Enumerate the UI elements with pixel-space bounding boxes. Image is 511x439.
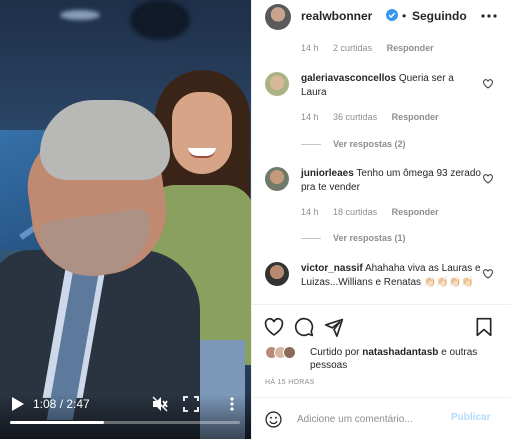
avatar <box>283 346 296 359</box>
likes-text: Curtido por natashadantasb e outras pess… <box>310 346 500 372</box>
likes-prefix: Curtido por <box>310 347 360 358</box>
post-side-panel: realwbonner • Seguindo 14 h 2 curtidas R… <box>251 0 511 439</box>
comment-text: juniorleaes Tenho um ômega 93 zerado pra… <box>301 167 481 195</box>
divider <box>301 143 321 145</box>
bookmark-icon[interactable] <box>474 317 494 337</box>
video-player[interactable]: 1:08 / 2:47 <box>0 0 251 439</box>
following-button[interactable]: Seguindo <box>412 9 467 23</box>
liker-username[interactable]: natashadantasb <box>362 347 438 358</box>
comment-input[interactable] <box>297 410 437 428</box>
comment-meta: 14 h 18 curtidas Responder <box>301 207 451 217</box>
muted-speaker-icon[interactable] <box>152 396 168 412</box>
verified-badge-icon <box>386 9 398 21</box>
comment-likes[interactable]: 36 curtidas <box>333 112 377 122</box>
avatar[interactable] <box>265 4 291 30</box>
play-icon[interactable] <box>12 397 24 411</box>
view-replies-label: Ver respostas (1) <box>333 233 406 243</box>
publish-button[interactable]: Publicar <box>451 412 490 423</box>
video-progress-bar[interactable] <box>10 421 240 424</box>
reply-button[interactable]: Responder <box>392 112 439 122</box>
likes-summary: Curtido por natashadantasb e outras pess… <box>265 344 505 374</box>
video-progress-fill <box>10 421 104 424</box>
comment-text: victor_nassif Ahahaha viva as Lauras e L… <box>301 262 481 290</box>
comment-username[interactable]: victor_nassif <box>301 263 363 274</box>
comment-likes[interactable]: 18 curtidas <box>333 207 377 217</box>
studio-light <box>60 10 100 20</box>
post-timestamp[interactable]: HÁ 15 HORAS <box>265 379 315 386</box>
avatar[interactable] <box>265 262 289 286</box>
post-username[interactable]: realwbonner <box>301 9 372 23</box>
avatar[interactable] <box>265 167 289 191</box>
more-options-icon[interactable] <box>224 396 240 412</box>
comment-likes[interactable]: 2 curtidas <box>333 43 372 53</box>
video-time: 1:08 / 2:47 <box>33 397 90 411</box>
comment-meta: 14 h 36 curtidas Responder <box>301 112 451 122</box>
avatar[interactable] <box>265 72 289 96</box>
heart-icon[interactable] <box>483 174 493 184</box>
add-comment-bar: Publicar <box>252 397 511 439</box>
heart-icon[interactable] <box>264 317 284 337</box>
view-replies-button[interactable]: Ver respostas (2) <box>301 139 406 149</box>
separator-dot: • <box>402 9 407 23</box>
heart-icon[interactable] <box>483 79 493 89</box>
comment-username[interactable]: galeriavasconcellos <box>301 73 396 84</box>
comment-age: 14 h <box>301 112 319 122</box>
view-replies-button[interactable]: Ver respostas (1) <box>301 233 406 243</box>
comment-username[interactable]: juniorleaes <box>301 168 354 179</box>
studio-camera <box>130 0 190 40</box>
post-actions <box>252 304 511 344</box>
reply-button[interactable]: Responder <box>387 43 434 53</box>
heart-icon[interactable] <box>483 269 493 279</box>
share-icon[interactable] <box>324 317 344 337</box>
more-options-icon[interactable] <box>481 10 497 22</box>
comment-meta: 14 h 2 curtidas Responder <box>301 43 446 53</box>
comment-age: 14 h <box>301 43 319 53</box>
post-header: realwbonner • Seguindo <box>252 0 511 32</box>
fullscreen-icon[interactable] <box>183 396 199 412</box>
divider <box>301 237 321 239</box>
comment-text: galeriavasconcellos Queria ser a Laura <box>301 72 481 100</box>
comment-age: 14 h <box>301 207 319 217</box>
reply-button[interactable]: Responder <box>392 207 439 217</box>
emoji-icon[interactable] <box>265 411 282 428</box>
view-replies-label: Ver respostas (2) <box>333 139 406 149</box>
woman-face <box>172 92 232 174</box>
comment-icon[interactable] <box>294 317 314 337</box>
man-hair <box>40 100 170 180</box>
